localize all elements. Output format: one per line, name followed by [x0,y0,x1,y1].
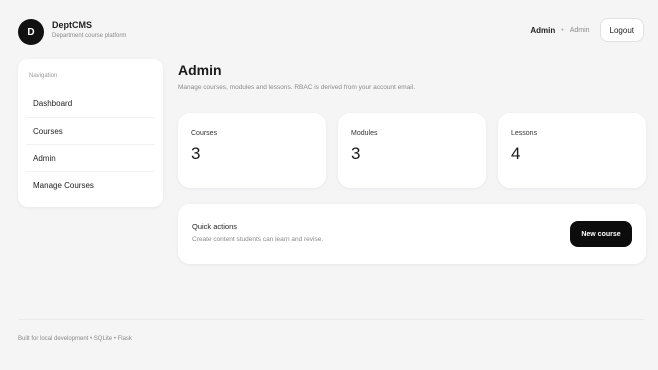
user-name: Admin [530,25,556,35]
app-subtitle: Department course platform [52,33,127,39]
quick-actions-title: Quick actions [192,222,238,231]
stat-value: 4 [511,144,521,163]
footer-text: Built for local development • SQLite • F… [18,336,132,342]
top-header: D DeptCMS Department course platform Adm… [18,18,644,50]
stat-card-modules: Modules 3 [338,113,486,188]
sidebar-item-dashboard[interactable]: Dashboard [26,90,155,117]
stat-card-courses: Courses 3 [178,113,326,188]
sidebar-item-manage-courses[interactable]: Manage Courses [26,171,155,198]
quick-actions-description: Create content students can learn and re… [192,236,324,243]
user-separator: • [561,26,564,34]
footer-divider [18,319,644,320]
page-description: Manage courses, modules and lessons. RBA… [178,84,415,91]
stat-label: Courses [191,130,218,137]
sidebar-item-admin[interactable]: Admin [26,144,155,171]
sidebar-nav: Navigation Dashboard Courses Admin Manag… [18,59,163,207]
stat-value: 3 [351,144,361,163]
stat-label: Lessons [511,130,538,137]
quick-actions-card: Quick actions Create content students ca… [178,204,646,264]
sidebar-item-courses[interactable]: Courses [26,117,155,144]
new-course-button[interactable]: New course [570,221,632,247]
app-logo[interactable]: D [18,19,44,45]
page: D DeptCMS Department course platform Adm… [0,0,658,370]
user-role: Admin [569,26,590,34]
user-area: Admin • Admin Logout [530,18,644,42]
page-title: Admin [178,62,222,78]
main-content: Admin Manage courses, modules and lesson… [178,62,646,264]
stats-row: Courses 3 Modules 3 Lessons 4 [178,113,646,188]
nav-heading: Navigation [29,73,58,79]
logout-button[interactable]: Logout [599,18,644,42]
stat-value: 3 [191,144,201,163]
app-name: DeptCMS [52,20,92,30]
stat-label: Modules [351,130,378,137]
stat-card-lessons: Lessons 4 [498,113,646,188]
